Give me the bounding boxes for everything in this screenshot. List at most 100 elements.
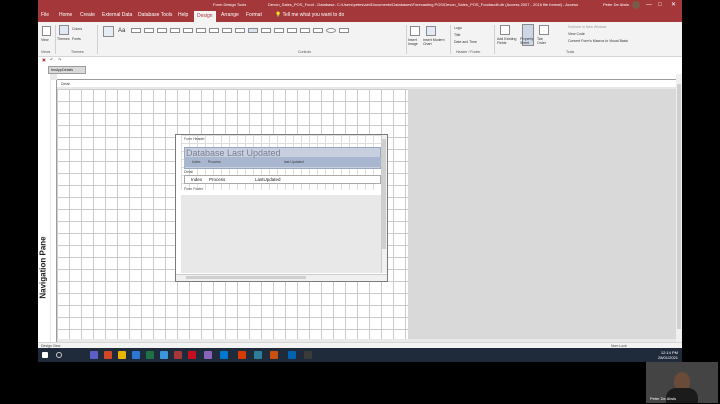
image-control-icon[interactable] [339, 28, 349, 33]
view-icon[interactable] [42, 26, 51, 36]
add-existing-fields-icon[interactable] [500, 25, 510, 35]
column-header-process[interactable]: Process [208, 160, 221, 164]
group-controls-label: Controls [298, 50, 312, 54]
combo-box-icon[interactable] [235, 28, 245, 33]
themes-icon[interactable] [59, 25, 69, 35]
mail-icon[interactable] [160, 351, 168, 359]
tab-arrange[interactable]: Arrange [221, 12, 239, 18]
maximize-button[interactable]: □ [658, 1, 662, 9]
tab-external-data[interactable]: External Data [102, 12, 132, 18]
minimize-button[interactable]: — [646, 1, 652, 9]
property-sheet-label: Property Sheet [520, 37, 534, 45]
redo-icon[interactable]: ↷ [58, 57, 61, 62]
insert-image-icon[interactable] [410, 26, 420, 36]
button-tool-icon[interactable] [144, 28, 154, 33]
tell-me-label: Tell me what you want to do [282, 12, 345, 18]
date-time-button[interactable]: Date and Time [454, 40, 477, 44]
select-tool-icon[interactable] [103, 26, 114, 37]
subform-control[interactable]: Form Header Database Last Updated Index … [175, 134, 388, 282]
title-bar: Form Design Tools Devon_Sales_POS_Food -… [38, 0, 682, 10]
navigation-pane[interactable]: Navigation Pane [38, 63, 50, 343]
group-themes-label: Themes [71, 50, 84, 54]
avatar[interactable] [632, 1, 640, 9]
clock[interactable]: 12:14 PM 28/01/2021 [634, 350, 678, 360]
outlook-icon[interactable] [220, 351, 228, 359]
tab-format[interactable]: Format [246, 12, 262, 18]
pdf-icon[interactable] [270, 351, 278, 359]
save-icon[interactable]: ▣ [42, 57, 46, 62]
view-code-button[interactable]: View Code [568, 32, 585, 36]
field-index[interactable]: Index [191, 177, 202, 182]
excel-icon[interactable] [146, 351, 154, 359]
explorer-icon[interactable] [254, 351, 262, 359]
user-name[interactable]: Peter De Alwis [603, 2, 629, 7]
form-detail-grid[interactable]: Form Header Database Last Updated Index … [57, 89, 678, 339]
tell-me-search[interactable]: 💡 Tell me what you want to do [275, 12, 344, 18]
access-icon[interactable] [174, 351, 182, 359]
navigation-pane-label[interactable]: Navigation Pane [39, 236, 48, 298]
powerpoint-icon[interactable] [104, 351, 112, 359]
tab-home[interactable]: Home [59, 12, 72, 18]
clock-date: 28/01/2021 [657, 355, 678, 360]
subform-new-window-button[interactable]: Subform in New Window [568, 25, 606, 29]
tab-create[interactable]: Create [80, 12, 95, 18]
close-button[interactable]: ✕ [671, 1, 676, 9]
form-footer-label: Form Footer [184, 187, 204, 191]
web-browser-icon[interactable] [183, 28, 193, 33]
page-break-icon[interactable] [222, 28, 232, 33]
rectangle-tool-icon[interactable] [300, 28, 310, 33]
label-tool-icon[interactable]: Aa [118, 28, 125, 34]
subform-vertical-scroll-thumb[interactable] [382, 139, 386, 249]
app-icon[interactable] [188, 351, 196, 359]
textbox-tool-icon[interactable] [131, 28, 141, 33]
outside-form-area [408, 89, 678, 339]
tab-design[interactable]: Design [194, 11, 216, 22]
check-box-icon[interactable] [313, 28, 323, 33]
group-tools-label: Tools [566, 50, 575, 54]
logo-button[interactable]: Logo [454, 26, 462, 30]
workspace-scroll-thumb[interactable] [677, 84, 681, 329]
undo-icon[interactable]: ↶ [50, 57, 53, 62]
convert-macros-button[interactable]: Convert Form's Macros to Visual Basic [568, 39, 628, 43]
tab-order-label: Tab Order [537, 37, 546, 45]
tab-help[interactable]: Help [178, 12, 188, 18]
toggle-button-icon[interactable] [274, 28, 284, 33]
document-tab[interactable]: frmAppDetails [48, 66, 86, 74]
column-header-last-updated[interactable]: last Updated [284, 160, 304, 164]
workspace-vertical-scrollbar[interactable] [676, 74, 682, 342]
tab-control-icon[interactable] [157, 28, 167, 33]
title-button[interactable]: Title [454, 33, 460, 37]
terminal-icon[interactable] [304, 351, 312, 359]
recorder-icon[interactable] [238, 351, 246, 359]
line-tool-icon[interactable] [261, 28, 271, 33]
ribbon: View Views Themes Colors Fonts Themes Aa… [38, 22, 682, 57]
tab-database-tools[interactable]: Database Tools [138, 12, 172, 18]
hyperlink-tool-icon[interactable] [170, 28, 180, 33]
insert-modern-chart-icon[interactable] [426, 26, 436, 36]
context-tools-label: Form Design Tools [213, 2, 247, 7]
field-process[interactable]: Process [209, 177, 225, 182]
subform-horizontal-scroll-thumb[interactable] [186, 276, 306, 279]
colors-button[interactable]: Colors [72, 27, 82, 31]
tab-file[interactable]: File [41, 12, 49, 18]
search-icon[interactable] [56, 352, 62, 358]
detail-section-bar[interactable]: Detail [57, 80, 677, 87]
edge-icon[interactable] [132, 351, 140, 359]
navigation-control-icon[interactable] [196, 28, 206, 33]
group-views-label: Views [41, 50, 51, 54]
field-last-updated[interactable]: LastUpdated [255, 177, 281, 182]
chart-tool-icon[interactable] [248, 28, 258, 33]
column-header-index[interactable]: Index [192, 160, 201, 164]
option-button-icon[interactable] [326, 28, 336, 33]
list-box-icon[interactable] [287, 28, 297, 33]
fonts-button[interactable]: Fonts [72, 37, 81, 41]
subform-title[interactable]: Database Last Updated [186, 148, 281, 158]
tab-order-icon[interactable] [539, 25, 549, 35]
onenote-icon[interactable] [204, 351, 212, 359]
start-icon[interactable] [42, 352, 48, 358]
zoom-icon[interactable] [288, 351, 296, 359]
option-group-icon[interactable] [209, 28, 219, 33]
themes-label: Themes [57, 37, 70, 41]
chrome-icon[interactable] [118, 351, 126, 359]
teams-icon[interactable] [90, 351, 98, 359]
